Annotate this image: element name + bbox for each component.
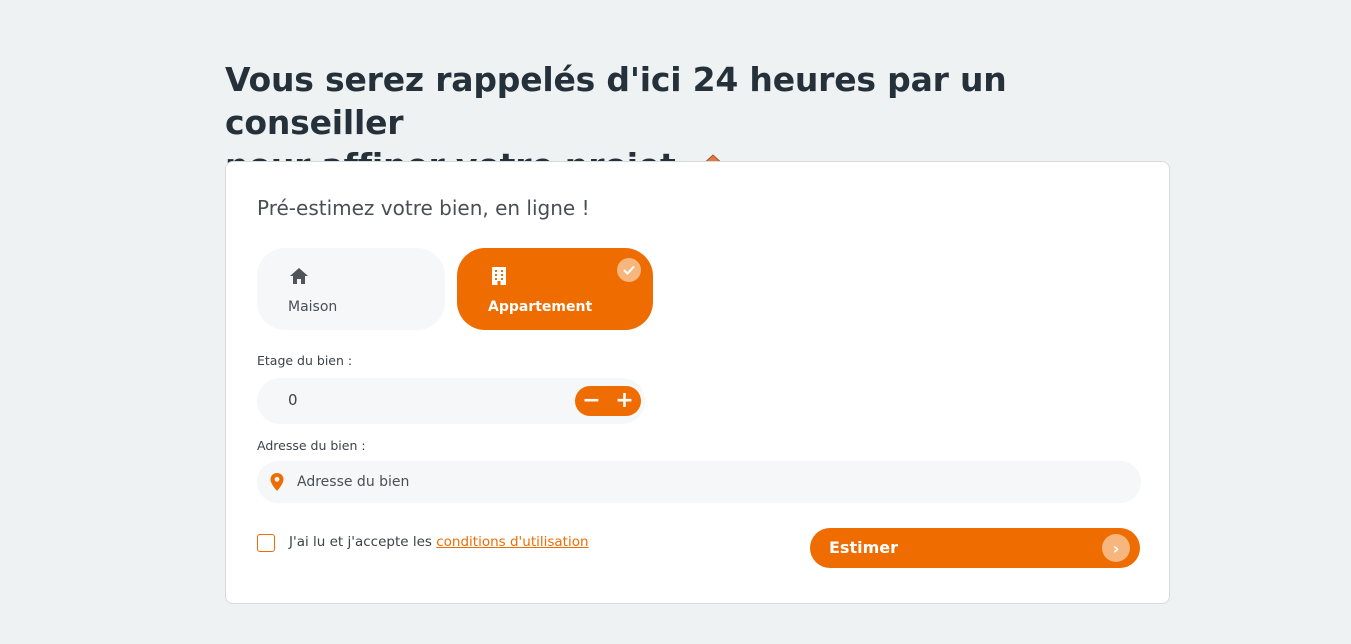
estimate-label: Estimer [829, 538, 898, 557]
property-type-label: Appartement [488, 299, 593, 315]
address-label: Adresse du bien : [257, 438, 366, 453]
address-field-wrapper [257, 461, 1141, 503]
building-icon [492, 267, 506, 285]
headline-line-1: Vous serez rappelés d'ici 24 heures par … [225, 60, 1007, 142]
estimate-card: Pré-estimez votre bien, en ligne ! Maiso… [225, 161, 1170, 604]
floor-value[interactable]: 0 [288, 391, 298, 409]
terms-prefix: J'ai lu et j'accepte les [289, 534, 437, 550]
terms-checkbox[interactable] [257, 534, 275, 552]
map-pin-icon [270, 473, 284, 491]
stepper-buttons: − + [575, 386, 641, 416]
property-type-label: Maison [288, 299, 338, 315]
decrement-button[interactable]: − [575, 386, 608, 416]
chevron-right-icon: › [1102, 534, 1130, 562]
house-icon [290, 268, 308, 284]
card-title: Pré-estimez votre bien, en ligne ! [257, 196, 590, 220]
address-input[interactable] [297, 461, 1127, 503]
terms-link[interactable]: conditions d'utilisation [436, 534, 588, 550]
floor-label: Etage du bien : [257, 353, 353, 368]
selected-check-icon [617, 258, 641, 282]
property-type-appartement[interactable]: Appartement [457, 248, 653, 330]
estimate-button[interactable]: Estimer › [810, 528, 1140, 568]
terms-text: J'ai lu et j'accepte les conditions d'ut… [289, 534, 589, 550]
property-type-maison[interactable]: Maison [257, 248, 445, 330]
increment-button[interactable]: + [608, 386, 641, 416]
floor-stepper: 0 − + [257, 378, 645, 424]
